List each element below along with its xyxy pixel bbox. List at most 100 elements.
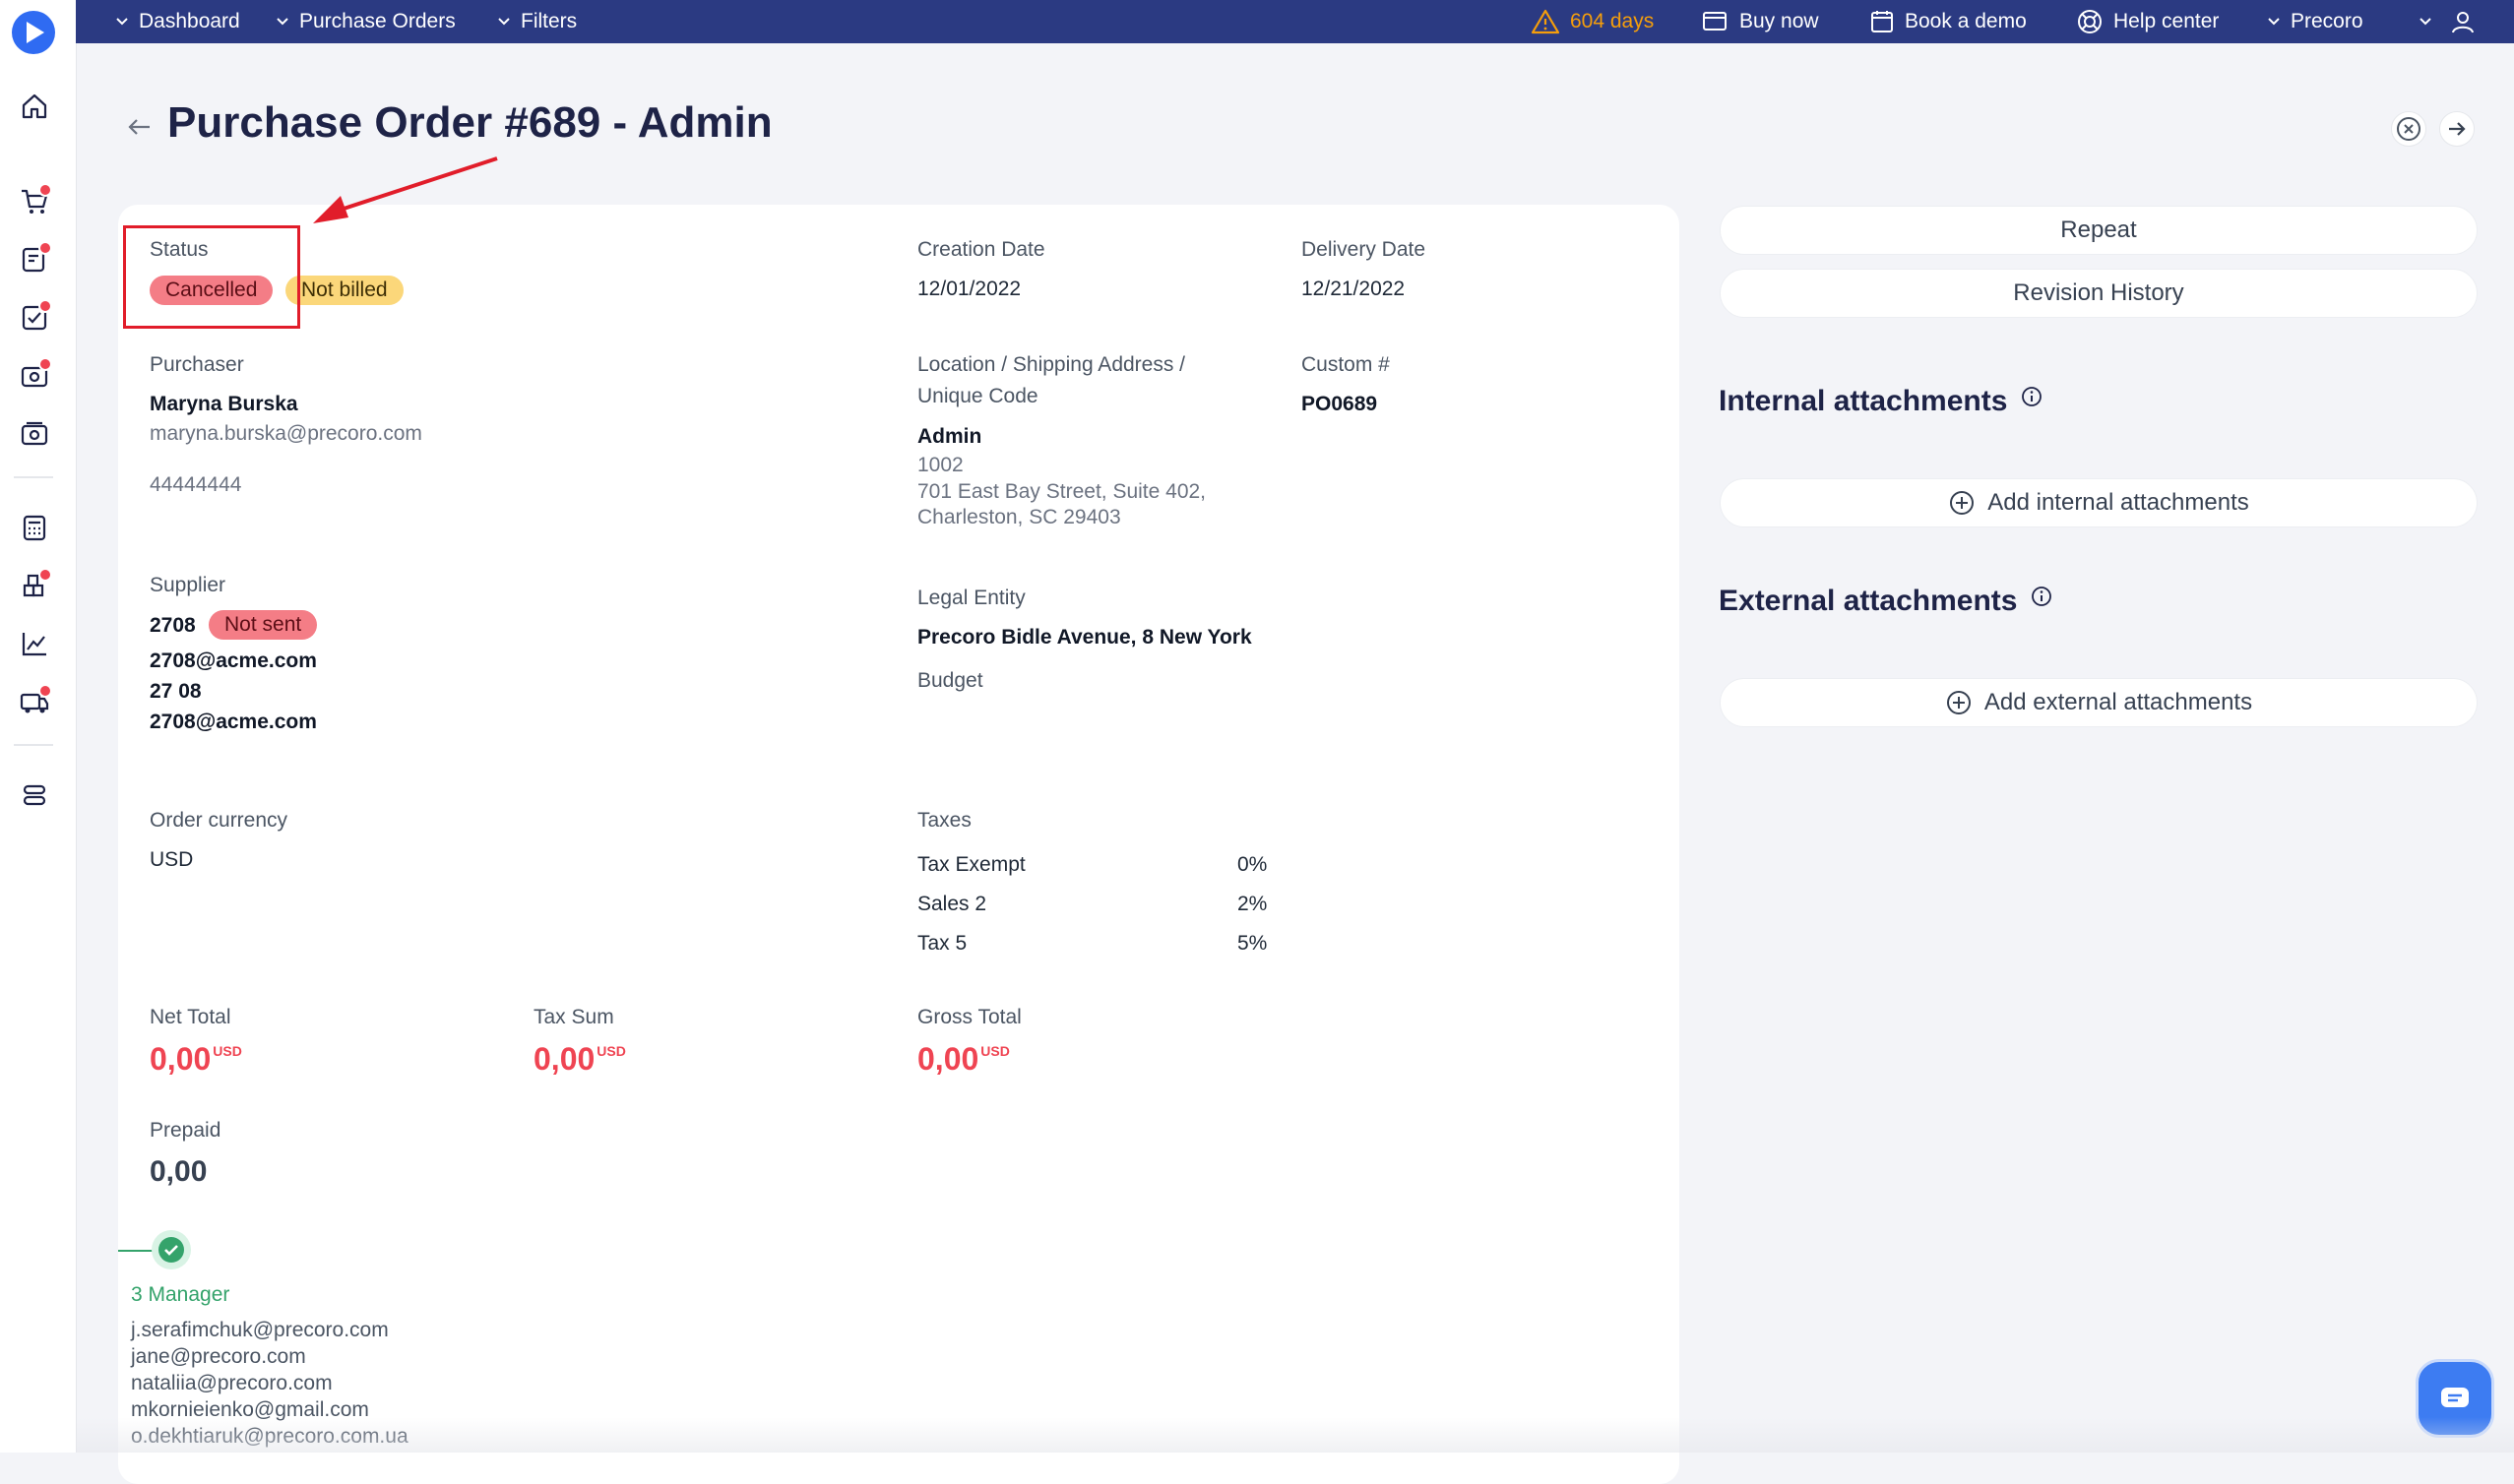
tax-rate: 5% — [1237, 932, 1268, 955]
supplier-status-badge: Not sent — [209, 610, 318, 640]
warehouse-icon[interactable] — [17, 568, 52, 603]
section-title-text: Internal attachments — [1719, 385, 2008, 417]
nav-label: Purchase Orders — [299, 10, 456, 32]
home-icon[interactable] — [17, 89, 52, 124]
currency-label: Order currency — [150, 809, 288, 832]
location-code: 1002 — [917, 454, 964, 476]
internal-attachments-title: Internal attachments — [1719, 385, 2043, 418]
invoice-icon[interactable] — [17, 415, 52, 451]
currency-value: USD — [150, 848, 194, 871]
notification-dot — [38, 568, 52, 582]
plus-circle-icon — [1950, 491, 1975, 515]
tax-name: Tax Exempt — [917, 853, 1026, 876]
chevron-down-icon — [116, 18, 128, 26]
book-demo-button[interactable]: Book a demo — [1869, 0, 2027, 43]
info-icon[interactable] — [2021, 386, 2043, 407]
chat-icon — [2441, 1388, 2469, 1407]
notification-dot — [38, 183, 52, 197]
purchaser-label: Purchaser — [150, 353, 244, 376]
purchaser-phone: 44444444 — [150, 473, 242, 496]
approver-email: o.dekhtiaruk@precoro.com.ua — [131, 1425, 409, 1448]
page-title: Purchase Order #689 - Admin — [167, 98, 773, 147]
buy-now-button[interactable]: Buy now — [1702, 0, 1819, 43]
cart-icon[interactable] — [17, 183, 52, 218]
help-center-button[interactable]: Help center — [2076, 0, 2219, 43]
precoro-logo[interactable] — [12, 11, 55, 54]
info-icon[interactable] — [2031, 586, 2052, 607]
settings-toggle-icon[interactable] — [17, 777, 52, 813]
approver-email: nataliia@precoro.com — [131, 1372, 333, 1394]
approval-icon[interactable] — [17, 299, 52, 335]
company-label: Precoro — [2291, 10, 2363, 32]
delivery-icon[interactable] — [17, 684, 52, 719]
custom-number-value: PO0689 — [1301, 393, 1378, 415]
nav-purchase-orders[interactable]: Purchase Orders — [276, 0, 456, 43]
close-button[interactable] — [2391, 111, 2426, 147]
order-details-card — [118, 205, 1679, 1484]
add-internal-attachments-button[interactable]: Add internal attachments — [1720, 478, 2478, 527]
location-label: Location / Shipping Address / — [917, 353, 1186, 376]
approval-connector — [118, 1250, 154, 1252]
help-center-label: Help center — [2113, 10, 2220, 32]
nav-dashboard[interactable]: Dashboard — [115, 0, 240, 43]
plus-circle-icon — [1946, 691, 1971, 714]
buy-now-label: Buy now — [1739, 10, 1819, 32]
annotation-arrow-icon — [305, 153, 512, 231]
top-navigation-bar: Dashboard Purchase Orders Filters 604 da… — [76, 0, 2514, 43]
button-label: Add internal attachments — [1987, 489, 2249, 516]
notification-dot — [38, 241, 52, 255]
trial-days: 604 days — [1570, 10, 1655, 32]
book-demo-label: Book a demo — [1905, 10, 2027, 32]
tax-sum-value: 0,00 USD — [534, 1041, 626, 1077]
tax-rate: 2% — [1237, 893, 1268, 915]
net-total-value: 0,00 USD — [150, 1041, 242, 1077]
approver-list: j.serafimchuk@precoro.com jane@precoro.c… — [131, 1317, 409, 1450]
next-button[interactable] — [2439, 111, 2475, 147]
supplier-name[interactable]: 2708 — [150, 614, 196, 638]
chevron-down-icon — [498, 18, 510, 26]
chevron-down-icon — [2420, 18, 2431, 26]
receipt-icon[interactable] — [17, 357, 52, 393]
delivery-date-label: Delivery Date — [1301, 238, 1426, 261]
supplier-contact-email: 2708@acme.com — [150, 711, 317, 733]
approval-step-name: 3 Manager — [131, 1283, 230, 1306]
creation-date-label: Creation Date — [917, 238, 1045, 261]
tax-sum-label: Tax Sum — [534, 1006, 614, 1028]
purchaser-name: Maryna Burska — [150, 393, 298, 415]
chevron-down-icon — [277, 18, 288, 26]
chat-widget-button[interactable] — [2416, 1359, 2494, 1438]
user-menu[interactable] — [2419, 0, 2485, 43]
prepaid-label: Prepaid — [150, 1119, 221, 1142]
nav-filters[interactable]: Filters — [497, 0, 577, 43]
nav-label: Dashboard — [139, 10, 240, 32]
currency-code: USD — [597, 1043, 626, 1059]
external-attachments-title: External attachments — [1719, 585, 2052, 618]
supplier-contact: 27 08 — [150, 680, 202, 703]
gross-total-label: Gross Total — [917, 1006, 1022, 1028]
location-label-2: Unique Code — [917, 385, 1038, 407]
trial-warning[interactable]: 604 days — [1531, 0, 1654, 43]
budget-label: Budget — [917, 669, 983, 692]
lifebuoy-icon — [2078, 10, 2102, 33]
revision-history-button[interactable]: Revision History — [1720, 269, 2478, 318]
location-address: 701 East Bay Street, Suite 402, — [917, 480, 1207, 503]
analytics-icon[interactable] — [17, 626, 52, 661]
company-switcher[interactable]: Precoro — [2267, 0, 2363, 43]
calendar-icon — [1871, 11, 1893, 32]
approver-email: j.serafimchuk@precoro.com — [131, 1319, 389, 1341]
back-arrow-icon[interactable] — [124, 112, 154, 142]
sidebar-divider — [14, 476, 53, 478]
tax-name: Sales 2 — [917, 893, 987, 915]
repeat-button[interactable]: Repeat — [1720, 206, 2478, 255]
currency-code: USD — [213, 1043, 242, 1059]
net-total-label: Net Total — [150, 1006, 231, 1028]
legal-entity-label: Legal Entity — [917, 587, 1026, 609]
add-external-attachments-button[interactable]: Add external attachments — [1720, 678, 2478, 727]
requisition-icon[interactable] — [17, 241, 52, 277]
currency-code: USD — [980, 1043, 1010, 1059]
creation-date-value: 12/01/2022 — [917, 278, 1022, 300]
notification-dot — [38, 684, 52, 698]
calculator-icon[interactable] — [17, 510, 52, 545]
prepaid-value: 0,00 — [150, 1155, 208, 1188]
custom-number-label: Custom # — [1301, 353, 1390, 376]
